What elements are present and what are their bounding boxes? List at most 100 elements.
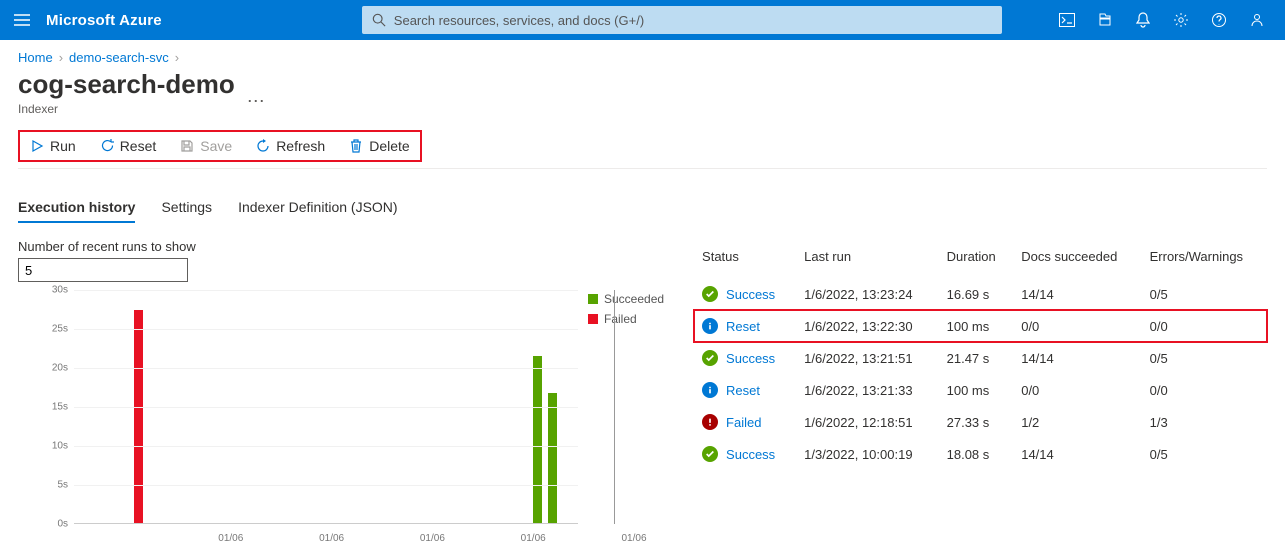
- refresh-button[interactable]: Refresh: [252, 136, 329, 156]
- refresh-label: Refresh: [276, 138, 325, 154]
- reset-label: Reset: [120, 138, 157, 154]
- y-tick-label: 30s: [52, 285, 68, 296]
- y-tick-label: 0s: [57, 519, 68, 530]
- table-row[interactable]: Success 1/6/2022, 13:23:2416.69 s14/140/5: [694, 278, 1267, 310]
- status-link[interactable]: Success: [726, 447, 775, 462]
- feedback-icon[interactable]: [1241, 0, 1273, 40]
- status-link[interactable]: Failed: [726, 415, 761, 430]
- chevron-right-icon: ›: [59, 50, 63, 65]
- table-row[interactable]: Reset1/6/2022, 13:22:30100 ms0/00/0: [694, 310, 1267, 342]
- table-row[interactable]: Failed1/6/2022, 12:18:5127.33 s1/21/3: [694, 406, 1267, 438]
- cell-last-run: 1/6/2022, 13:22:30: [796, 310, 939, 342]
- y-tick-label: 15s: [52, 402, 68, 413]
- status-err-icon: [702, 414, 718, 430]
- col-errs[interactable]: Errors/Warnings: [1142, 239, 1267, 278]
- cell-docs: 1/2: [1013, 406, 1141, 438]
- cell-duration: 100 ms: [939, 310, 1014, 342]
- run-button[interactable]: Run: [26, 136, 80, 156]
- cell-docs: 14/14: [1013, 342, 1141, 374]
- chevron-right-icon: ›: [175, 50, 179, 65]
- breadcrumb-home[interactable]: Home: [18, 50, 53, 65]
- y-tick-label: 10s: [52, 441, 68, 452]
- cell-last-run: 1/6/2022, 13:21:51: [796, 342, 939, 374]
- brand-label: Microsoft Azure: [46, 12, 162, 29]
- search-input[interactable]: [394, 13, 992, 28]
- x-tick-label: 01/06: [319, 533, 344, 544]
- legend-failed: Failed: [588, 312, 664, 326]
- status-ok-icon: [702, 286, 718, 302]
- table-header-row: Status Last run Duration Docs succeeded …: [694, 239, 1267, 278]
- breadcrumb: Home › demo-search-svc ›: [18, 50, 1267, 65]
- breadcrumb-service[interactable]: demo-search-svc: [69, 50, 169, 65]
- status-link[interactable]: Reset: [726, 383, 760, 398]
- tab-execution-history[interactable]: Execution history: [18, 199, 135, 223]
- save-icon: [180, 139, 194, 153]
- settings-icon[interactable]: [1165, 0, 1197, 40]
- cell-duration: 21.47 s: [939, 342, 1014, 374]
- y-tick-label: 25s: [52, 324, 68, 335]
- play-icon: [30, 139, 44, 153]
- cloud-shell-icon[interactable]: [1051, 0, 1083, 40]
- cell-errs: 0/0: [1142, 310, 1267, 342]
- chart-legend: Succeeded Failed: [588, 292, 664, 544]
- legend-succeeded: Succeeded: [588, 292, 664, 306]
- cell-errs: 0/5: [1142, 342, 1267, 374]
- chart-bar[interactable]: [533, 356, 542, 523]
- top-icon-bar: [1051, 0, 1273, 40]
- status-link[interactable]: Success: [726, 351, 775, 366]
- tab-indexer-json[interactable]: Indexer Definition (JSON): [238, 199, 398, 223]
- chart-bar[interactable]: [134, 310, 143, 523]
- reset-button[interactable]: Reset: [96, 136, 161, 156]
- directory-icon[interactable]: [1089, 0, 1121, 40]
- status-link[interactable]: Success: [726, 287, 775, 302]
- reset-icon: [100, 139, 114, 153]
- tab-settings[interactable]: Settings: [161, 199, 212, 223]
- runs-count-input[interactable]: [18, 258, 188, 282]
- save-button: Save: [176, 136, 236, 156]
- save-label: Save: [200, 138, 232, 154]
- cell-errs: 0/5: [1142, 278, 1267, 310]
- run-label: Run: [50, 138, 76, 154]
- menu-icon[interactable]: [12, 0, 32, 40]
- cell-docs: 14/14: [1013, 278, 1141, 310]
- delete-label: Delete: [369, 138, 409, 154]
- col-status[interactable]: Status: [694, 239, 796, 278]
- table-row[interactable]: Success1/3/2022, 10:00:1918.08 s14/140/5: [694, 438, 1267, 470]
- chart-bar[interactable]: [548, 393, 557, 523]
- cell-last-run: 1/6/2022, 12:18:51: [796, 406, 939, 438]
- cell-last-run: 1/3/2022, 10:00:19: [796, 438, 939, 470]
- col-docs[interactable]: Docs succeeded: [1013, 239, 1141, 278]
- table-row[interactable]: Reset1/6/2022, 13:21:33100 ms0/00/0: [694, 374, 1267, 406]
- x-tick-label: 01/06: [621, 533, 646, 544]
- cell-duration: 100 ms: [939, 374, 1014, 406]
- trash-icon: [349, 139, 363, 153]
- col-last-run[interactable]: Last run: [796, 239, 939, 278]
- cell-errs: 0/0: [1142, 374, 1267, 406]
- x-tick-label: 01/06: [218, 533, 243, 544]
- cell-last-run: 1/6/2022, 13:23:24: [796, 278, 939, 310]
- more-icon[interactable]: ⋯: [247, 91, 265, 116]
- col-duration[interactable]: Duration: [939, 239, 1014, 278]
- swatch-red: [588, 314, 598, 324]
- help-icon[interactable]: [1203, 0, 1235, 40]
- x-tick-label: 01/06: [521, 533, 546, 544]
- cell-duration: 16.69 s: [939, 278, 1014, 310]
- run-duration-chart: 0s5s10s15s20s25s30s01/0601/0601/0601/060…: [18, 290, 578, 544]
- top-bar: Microsoft Azure: [0, 0, 1285, 40]
- swatch-green: [588, 294, 598, 304]
- table-row[interactable]: Success 1/6/2022, 13:21:5121.47 s14/140/5: [694, 342, 1267, 374]
- runs-count-label: Number of recent runs to show: [18, 239, 664, 254]
- cell-docs: 0/0: [1013, 374, 1141, 406]
- global-search[interactable]: [362, 6, 1002, 34]
- page-subtitle: Indexer: [18, 102, 235, 116]
- cell-last-run: 1/6/2022, 13:21:33: [796, 374, 939, 406]
- page-title: cog-search-demo: [18, 69, 235, 100]
- y-tick-label: 5s: [57, 480, 68, 491]
- delete-button[interactable]: Delete: [345, 136, 413, 156]
- toolbar-highlight: Run Reset Save Refresh Delete: [18, 130, 422, 162]
- refresh-icon: [256, 139, 270, 153]
- notifications-icon[interactable]: [1127, 0, 1159, 40]
- search-icon: [372, 13, 386, 27]
- y-tick-label: 20s: [52, 363, 68, 374]
- status-link[interactable]: Reset: [726, 319, 760, 334]
